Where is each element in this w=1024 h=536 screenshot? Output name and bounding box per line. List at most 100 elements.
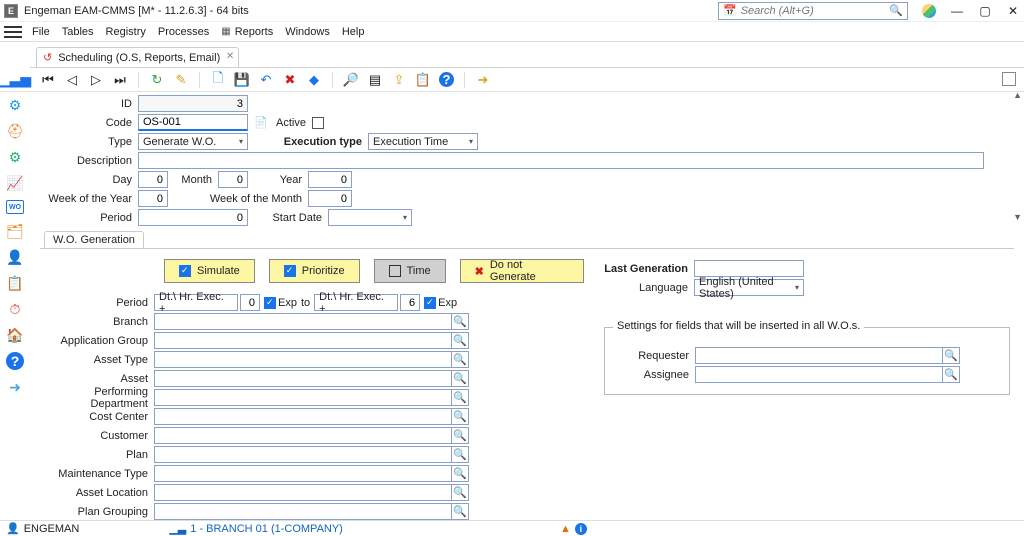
lookup-icon[interactable]: 🔍 bbox=[942, 347, 960, 364]
lookup-input[interactable] bbox=[154, 389, 451, 406]
lookup-plan-grouping[interactable]: 🔍 bbox=[154, 503, 469, 520]
year-field[interactable] bbox=[308, 171, 352, 188]
lang-combo[interactable]: English (United States)▾ bbox=[694, 279, 804, 296]
gear2-icon[interactable]: ⚙ bbox=[6, 148, 24, 166]
exp2-checkbox[interactable] bbox=[424, 297, 436, 309]
collapse-up-icon[interactable]: ▲ bbox=[1013, 90, 1022, 100]
global-search[interactable]: 📅 🔍 bbox=[718, 2, 908, 20]
help-icon[interactable]: ? bbox=[6, 352, 24, 370]
requester-lookup[interactable]: 🔍 bbox=[695, 347, 960, 364]
layers-icon[interactable]: 🗂 bbox=[6, 222, 24, 240]
lastgen-field[interactable] bbox=[694, 260, 804, 277]
lookup-asset-type[interactable]: 🔍 bbox=[154, 351, 469, 368]
search-icon[interactable]: 🔍 bbox=[889, 4, 903, 17]
lookup-icon[interactable]: 🔍 bbox=[451, 389, 469, 406]
save-icon[interactable]: 💾 bbox=[234, 72, 250, 88]
status-branch[interactable]: ▁▃1 - BRANCH 01 (1-COMPANY) bbox=[169, 522, 343, 535]
filter-icon[interactable]: ◆ bbox=[306, 72, 322, 88]
gear-icon[interactable]: ⚙ bbox=[6, 96, 24, 114]
lookup-icon[interactable]: 🔍 bbox=[451, 503, 469, 520]
warning-icon[interactable]: ▲ bbox=[560, 523, 571, 535]
assignee-lookup[interactable]: 🔍 bbox=[695, 366, 960, 383]
exp1-checkbox[interactable] bbox=[264, 297, 276, 309]
info-icon[interactable]: i bbox=[575, 523, 587, 535]
wo-icon[interactable]: WO bbox=[6, 200, 24, 214]
type-combo[interactable]: Generate W.O.▾ bbox=[138, 133, 248, 150]
toolbar-right-box[interactable] bbox=[1002, 72, 1016, 86]
period-from-combo[interactable]: Dt.\ Hr. Exec. + bbox=[154, 294, 238, 311]
minimize-button[interactable]: — bbox=[950, 4, 964, 18]
person-icon[interactable]: 👤 bbox=[6, 248, 24, 266]
hamburger-icon[interactable] bbox=[4, 25, 22, 39]
trend-icon[interactable]: 📈 bbox=[6, 174, 24, 192]
hardhat-icon[interactable]: ⛑ bbox=[6, 122, 24, 140]
last-icon[interactable]: ⏭ bbox=[112, 72, 128, 88]
lookup-icon[interactable]: 🔍 bbox=[451, 427, 469, 444]
menu-registry[interactable]: Registry bbox=[106, 26, 146, 38]
lookup-input[interactable] bbox=[154, 427, 451, 444]
code-field[interactable] bbox=[138, 114, 248, 131]
lookup-icon[interactable]: 🔍 bbox=[942, 366, 960, 383]
period-to-val[interactable] bbox=[400, 294, 420, 311]
menu-windows[interactable]: Windows bbox=[285, 26, 330, 38]
maximize-button[interactable]: ▢ bbox=[978, 4, 992, 18]
period-field[interactable] bbox=[138, 209, 248, 226]
lookup-icon[interactable]: 🔍 bbox=[451, 484, 469, 501]
lookup-icon[interactable]: 🔍 bbox=[451, 408, 469, 425]
lookup-input[interactable] bbox=[154, 370, 451, 387]
menu-processes[interactable]: Processes bbox=[158, 26, 209, 38]
weekmonth-field[interactable] bbox=[308, 190, 352, 207]
assignee-input[interactable] bbox=[695, 366, 942, 383]
menu-tables[interactable]: Tables bbox=[62, 26, 94, 38]
period-from-val[interactable] bbox=[240, 294, 260, 311]
refresh-icon[interactable]: ↻ bbox=[149, 72, 165, 88]
lookup-maintenance-type[interactable]: 🔍 bbox=[154, 465, 469, 482]
description-field[interactable] bbox=[138, 152, 984, 169]
lookup-input[interactable] bbox=[154, 332, 451, 349]
global-search-input[interactable] bbox=[741, 5, 890, 17]
home-icon[interactable]: 🏠 bbox=[6, 326, 24, 344]
id-field[interactable] bbox=[138, 95, 248, 112]
weekyear-field[interactable] bbox=[138, 190, 168, 207]
clipboard-icon[interactable]: 📋 bbox=[415, 72, 431, 88]
lookup-input[interactable] bbox=[154, 351, 451, 368]
startdate-combo[interactable]: ▾ bbox=[328, 209, 412, 226]
clipboard-icon[interactable]: 📋 bbox=[6, 274, 24, 292]
menu-reports[interactable]: Reports bbox=[221, 26, 273, 38]
lookup-input[interactable] bbox=[154, 446, 451, 463]
code-copy-icon[interactable]: 📄 bbox=[254, 116, 270, 129]
lookup-input[interactable] bbox=[154, 503, 451, 520]
next-icon[interactable]: ▷ bbox=[88, 72, 104, 88]
requester-input[interactable] bbox=[695, 347, 942, 364]
time-button[interactable]: Time bbox=[374, 259, 446, 283]
donot-generate-button[interactable]: ✖Do not Generate bbox=[460, 259, 584, 283]
first-icon[interactable]: ⏮ bbox=[40, 72, 56, 88]
simulate-button[interactable]: Simulate bbox=[164, 259, 255, 283]
close-button[interactable]: ✕ bbox=[1006, 4, 1020, 18]
lookup-input[interactable] bbox=[154, 484, 451, 501]
exit-icon[interactable]: ➜ bbox=[475, 72, 491, 88]
lookup-branch[interactable]: 🔍 bbox=[154, 313, 469, 330]
lookup-asset[interactable]: 🔍 bbox=[154, 370, 469, 387]
lookup-performing-department[interactable]: 🔍 bbox=[154, 389, 469, 406]
lookup-plan[interactable]: 🔍 bbox=[154, 446, 469, 463]
lookup-application-group[interactable]: 🔍 bbox=[154, 332, 469, 349]
wo-generation-tab[interactable]: W.O. Generation bbox=[44, 231, 144, 248]
lookup-cost-center[interactable]: 🔍 bbox=[154, 408, 469, 425]
period-to-combo[interactable]: Dt.\ Hr. Exec. + bbox=[314, 294, 398, 311]
exec-type-combo[interactable]: Execution Time▾ bbox=[368, 133, 478, 150]
collapse-down-icon[interactable]: ▼ bbox=[1013, 212, 1022, 222]
lookup-icon[interactable]: 🔍 bbox=[451, 351, 469, 368]
menu-help[interactable]: Help bbox=[342, 26, 365, 38]
lookup-icon[interactable]: 🔍 bbox=[451, 332, 469, 349]
edit-icon[interactable]: ✎ bbox=[173, 72, 189, 88]
lookup-icon[interactable]: 🔍 bbox=[451, 370, 469, 387]
logout-icon[interactable]: ➜ bbox=[6, 378, 24, 396]
lookup-input[interactable] bbox=[154, 465, 451, 482]
tab-scheduling[interactable]: ↺ Scheduling (O.S, Reports, Email) ✕ bbox=[36, 47, 239, 67]
lookup-input[interactable] bbox=[154, 408, 451, 425]
help2-icon[interactable]: ? bbox=[439, 72, 454, 87]
report-icon[interactable]: ▤ bbox=[367, 72, 383, 88]
tab-close-icon[interactable]: ✕ bbox=[226, 51, 234, 62]
day-field[interactable] bbox=[138, 171, 168, 188]
